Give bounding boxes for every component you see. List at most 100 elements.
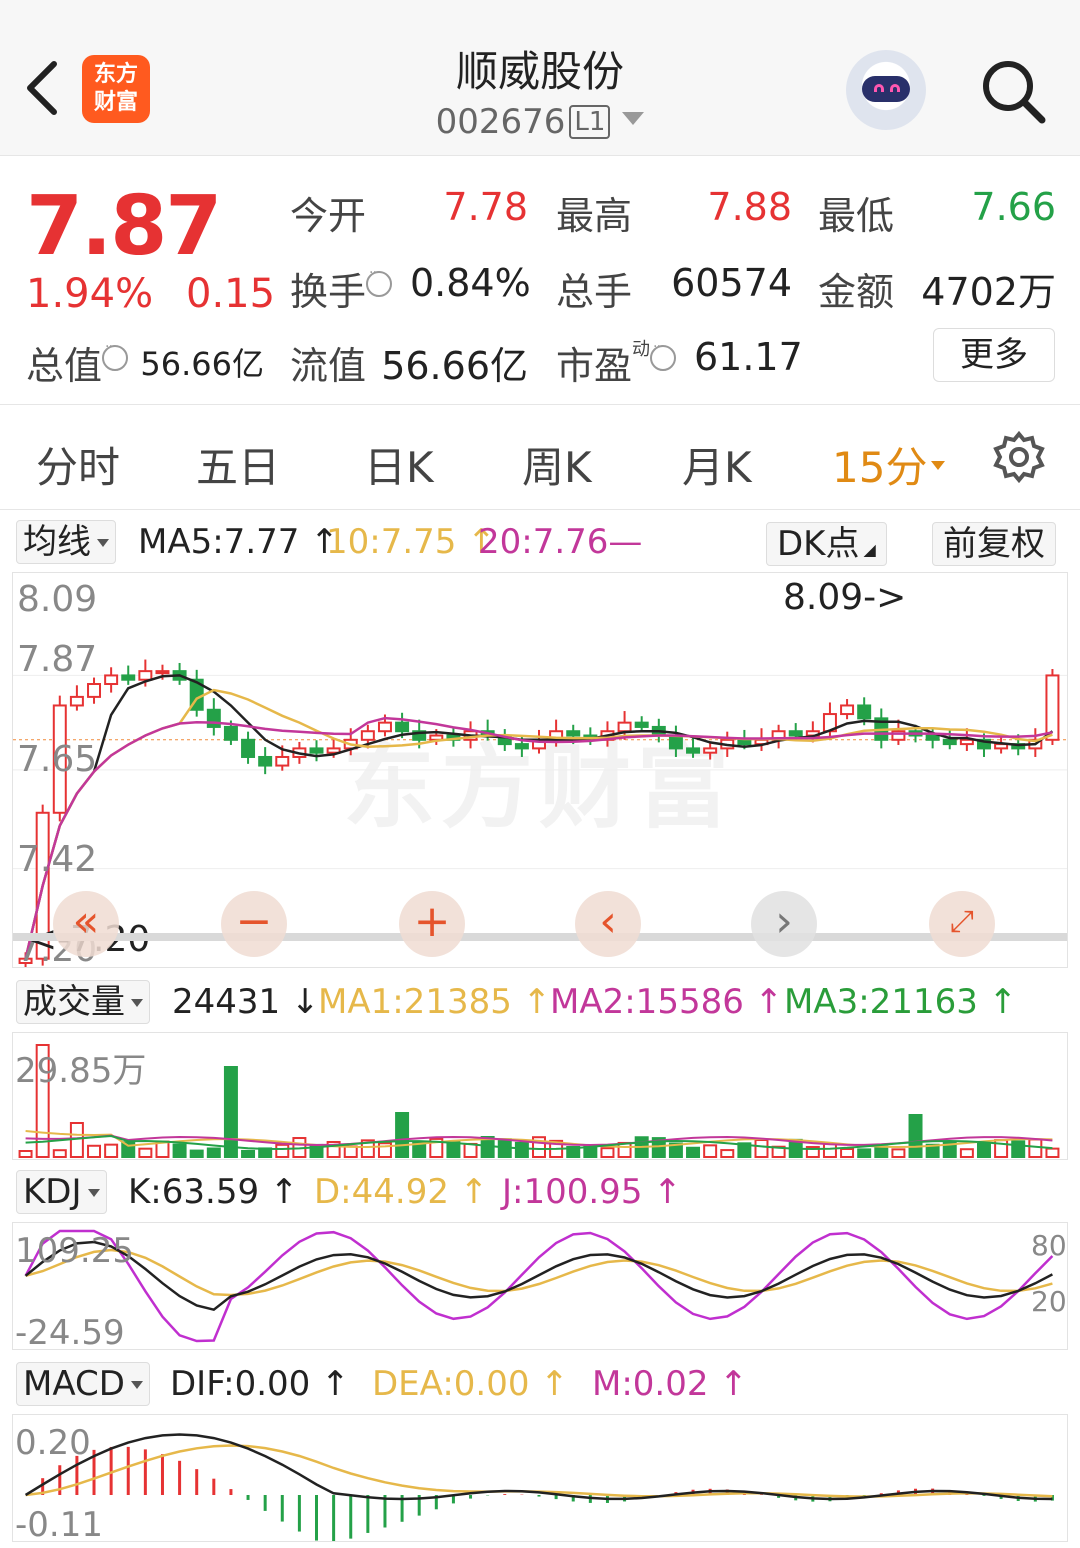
vol-ma2: MA2:15586 ↑ (550, 982, 784, 1022)
kdj-right-top: 80 (1031, 1229, 1067, 1262)
info-icon[interactable] (366, 265, 393, 297)
dk-point-button[interactable]: DK点 ◢ (766, 522, 887, 566)
volume-bar (857, 1148, 872, 1159)
amount-label: 金额 (818, 270, 895, 314)
volume-bar (720, 1149, 735, 1158)
ma-indicator-row: 均线 MA5:7.77 ↑ 10:7.75 ↑ 20:7.76— DK点 ◢ 前复… (0, 516, 1080, 568)
kline-chart[interactable]: 东方财富 8.09 7.87 7.65 7.42 7.20 8.09-> <-7… (12, 572, 1068, 968)
chart-scroll-bar[interactable] (13, 933, 1067, 941)
float-cap-label: 流值 (290, 344, 367, 388)
macd-y-top: 0.20 (15, 1423, 91, 1463)
candle-body (788, 730, 803, 737)
mktcap-label[interactable]: 总值 (26, 335, 129, 390)
kdj-indicator-row: KDJ K:63.59 ↑ D:44.92 ↑ J:100.95 ↑ (0, 1166, 1080, 1218)
volume-bar (138, 1147, 153, 1158)
volume-bar (959, 1148, 974, 1158)
candle-body (121, 674, 136, 681)
volume-bar (874, 1145, 889, 1159)
dropdown-caret-icon (622, 112, 645, 125)
macd-chart[interactable]: 0.20 -0.11 (12, 1414, 1068, 1542)
tab-intraday[interactable]: 分时 (36, 434, 120, 495)
candle-body (840, 704, 855, 716)
ma20-value: 20:7.76— (478, 522, 643, 562)
volume-bar (600, 1147, 615, 1158)
dropdown-caret-icon (131, 999, 143, 1007)
candle-body (104, 674, 119, 686)
tab-five-day[interactable]: 五日 (196, 434, 280, 495)
dropdown-caret-icon (931, 461, 946, 470)
max-price-marker: 8.09-> (783, 577, 907, 618)
ai-assistant-avatar-icon[interactable] (846, 50, 926, 130)
more-button[interactable]: 更多 (933, 328, 1055, 382)
volume-bar (514, 1141, 529, 1158)
zoom-out-button[interactable]: − (221, 891, 287, 957)
volume-value: 24431 ↓ (172, 982, 320, 1022)
volume-bar (822, 1142, 837, 1159)
candle-body (942, 738, 957, 746)
dropdown-caret-icon (97, 539, 109, 547)
rewind-button[interactable]: « (53, 891, 119, 957)
pe-label[interactable]: 市盈动 (556, 335, 677, 390)
volume-bar (343, 1145, 358, 1158)
candle-body (275, 755, 290, 767)
info-icon[interactable] (650, 339, 677, 371)
adjust-button[interactable]: 前复权 (932, 522, 1056, 566)
high-label: 最高 (556, 194, 633, 238)
open-label: 今开 (290, 194, 367, 238)
search-icon[interactable] (978, 56, 1048, 126)
candle-body (686, 747, 701, 754)
kdj-j: J:100.95 ↑ (502, 1172, 682, 1212)
kdj-y-bottom: -24.59 (15, 1313, 125, 1350)
ma10-value: 10:7.75 ↑ (326, 522, 496, 562)
volume-bar (52, 1149, 67, 1158)
kdj-right-bottom: 20 (1031, 1285, 1067, 1318)
candle-body (69, 695, 84, 707)
tab-15min[interactable]: 15分 (832, 434, 946, 495)
volume-bar (840, 1148, 855, 1158)
volume-bar (189, 1149, 204, 1159)
zoom-in-button[interactable]: + (399, 891, 465, 957)
candle-body (925, 734, 940, 741)
scroll-left-button[interactable]: ‹ (575, 891, 641, 957)
candle-body (258, 755, 273, 767)
ma20-line (24, 716, 1053, 959)
scroll-right-button[interactable]: › (751, 891, 817, 957)
turnover-value: 0.84% (410, 261, 531, 305)
volume-bar (1011, 1140, 1026, 1158)
turnover-label[interactable]: 换手 (290, 261, 393, 316)
volume-bar (395, 1112, 410, 1158)
info-icon[interactable] (102, 339, 129, 371)
kdj-k: K:63.59 ↑ (128, 1172, 299, 1212)
tab-monthly-k[interactable]: 月K (682, 434, 752, 495)
volume-selector[interactable]: 成交量 (16, 980, 150, 1024)
macd-indicator-row: MACD DIF:0.00 ↑ DEA:0.00 ↑ M:0.02 ↑ (0, 1358, 1080, 1410)
volume-chart[interactable]: 29.85万 (12, 1032, 1068, 1160)
kdj-chart[interactable]: 109.25 -24.59 80 20 (12, 1222, 1068, 1350)
ma5-value: MA5:7.77 ↑ (138, 522, 339, 562)
candle-body (857, 704, 872, 720)
fullscreen-icon[interactable]: ⤢ (929, 891, 995, 957)
vol-ma3: MA3:21163 ↑ (784, 982, 1018, 1022)
stock-code: 002676 (435, 102, 566, 142)
float-cap-value: 56.66亿 (381, 344, 528, 388)
candle-body (668, 734, 683, 750)
volume-bar (223, 1066, 238, 1158)
candle-body (360, 730, 375, 741)
volume-bar (754, 1139, 769, 1159)
volume-y-label: 29.85万 (15, 1051, 147, 1091)
amount-value: 4702万 (921, 270, 1056, 314)
tab-daily-k[interactable]: 日K (364, 434, 434, 495)
volume-bar (703, 1144, 718, 1158)
candle-body (703, 747, 718, 754)
tab-weekly-k[interactable]: 周K (522, 434, 592, 495)
ma-selector[interactable]: 均线 (16, 520, 116, 564)
candle-body (377, 721, 392, 733)
volume-bar (104, 1143, 119, 1158)
volume-bar (1028, 1138, 1043, 1158)
macd-y-bottom: -0.11 (15, 1505, 103, 1542)
y-label-3: 7.65 (17, 739, 98, 780)
gear-icon[interactable] (992, 430, 1046, 484)
kdj-selector[interactable]: KDJ (16, 1170, 107, 1214)
macd-selector[interactable]: MACD (16, 1362, 150, 1406)
y-label-2: 7.87 (17, 639, 98, 680)
